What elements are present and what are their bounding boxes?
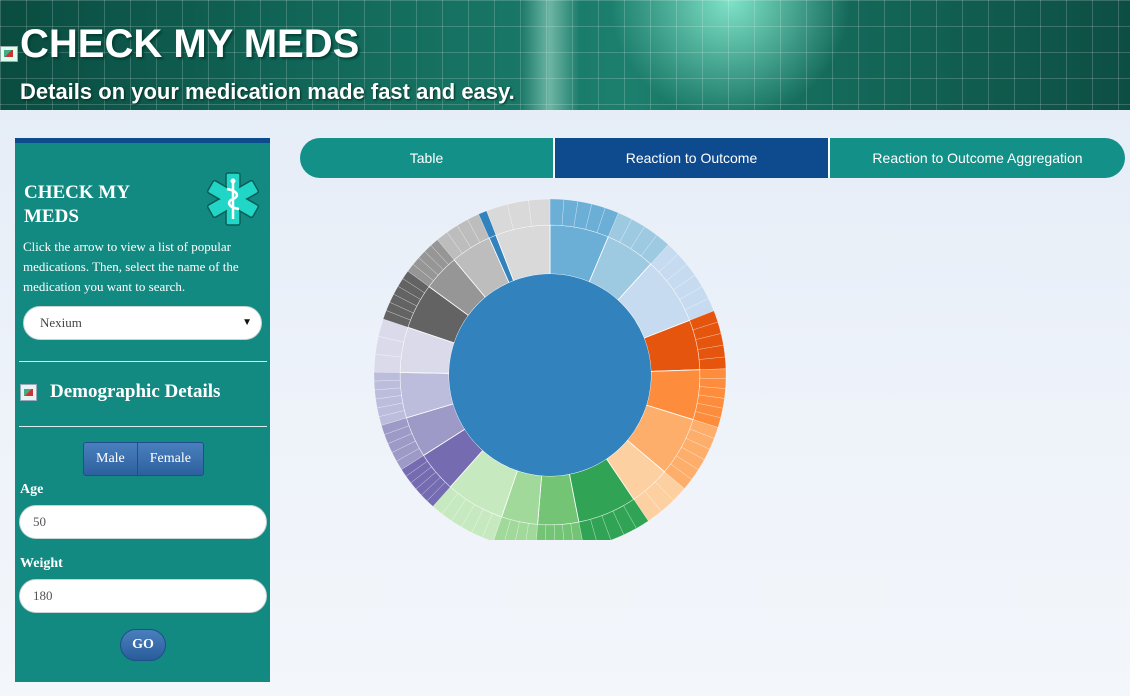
sunburst-outer-segment[interactable] (549, 198, 565, 226)
medication-select[interactable]: Nexium ▼ (23, 306, 262, 340)
site-header: CHECK MY MEDS Details on your medication… (0, 0, 1130, 110)
view-tabs: Table Reaction to Outcome Reaction to Ou… (300, 138, 1125, 178)
gender-button-group: Male Female (83, 442, 204, 476)
age-input[interactable]: 50 (19, 505, 267, 539)
female-button[interactable]: Female (136, 443, 203, 475)
demographics-title: Demographic Details (50, 381, 221, 402)
weight-label: Weight (20, 556, 63, 571)
sidebar-brand-title: CHECK MY MEDS (24, 182, 130, 227)
star-of-life-icon (206, 172, 260, 226)
demographics-header: Demographic Details (20, 381, 220, 403)
site-title: CHECK MY MEDS (20, 22, 360, 66)
sidebar-divider (19, 361, 267, 362)
sunburst-outer-segment[interactable] (699, 368, 727, 379)
tab-table[interactable]: Table (300, 138, 553, 178)
sidebar-intro-text: Click the arrow to view a list of popula… (23, 239, 239, 294)
sunburst-outer-segment[interactable] (545, 524, 555, 540)
sunburst-chart (373, 198, 727, 540)
weight-input[interactable]: 180 (19, 579, 267, 613)
sunburst-outer-segment[interactable] (528, 198, 551, 227)
age-label: Age (20, 482, 44, 497)
male-button[interactable]: Male (84, 443, 137, 475)
sidebar-divider (19, 426, 267, 427)
header-glow (520, 0, 580, 110)
go-button[interactable]: GO (120, 629, 166, 661)
tab-reaction-to-outcome-aggregation[interactable]: Reaction to Outcome Aggregation (830, 138, 1125, 178)
sunburst-chart-area (300, 180, 800, 540)
sunburst-outer-segment[interactable] (373, 371, 401, 382)
broken-image-icon (0, 46, 18, 62)
sidebar-panel: CHECK MY MEDS Click the arrow to view a … (15, 138, 270, 682)
medication-select-value: Nexium (40, 315, 82, 330)
dropdown-arrow-icon[interactable]: ▼ (242, 307, 252, 339)
sunburst-center[interactable] (449, 274, 651, 476)
site-tagline: Details on your medication made fast and… (20, 79, 515, 104)
header-title-row: CHECK MY MEDS (0, 22, 359, 66)
broken-image-icon (20, 383, 37, 401)
tab-reaction-to-outcome[interactable]: Reaction to Outcome (553, 138, 830, 178)
